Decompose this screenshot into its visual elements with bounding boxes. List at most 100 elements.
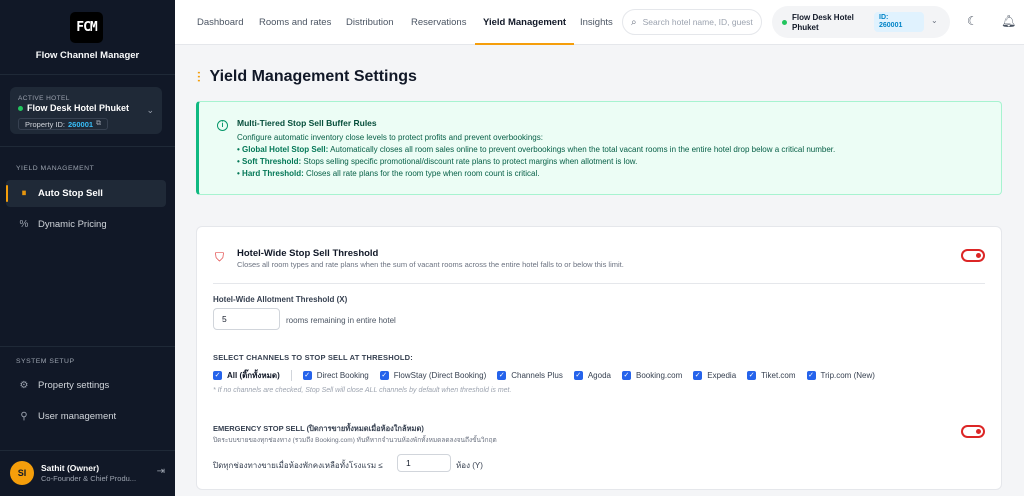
checkmark-icon: ✓	[693, 370, 703, 380]
chevron-down-icon: ⌄	[931, 16, 938, 25]
channel-agoda-checkbox[interactable]: ✓ Agoda	[573, 370, 611, 380]
channel-booking-com-checkbox[interactable]: ✓ Booking.com	[621, 370, 683, 380]
threshold-label: Hotel-Wide Allotment Threshold (X)	[213, 295, 348, 304]
tab-insights[interactable]: Insights	[580, 0, 613, 45]
user-name: Sathit (Owner)	[41, 463, 100, 473]
channel-expedia-checkbox[interactable]: ✓ Expedia	[693, 370, 737, 380]
shield-icon: ⛉	[215, 250, 225, 264]
app-logo[interactable]: FCM	[70, 12, 103, 43]
tab-reservations[interactable]: Reservations	[411, 0, 466, 45]
checkmark-icon: ✓	[497, 370, 507, 380]
channel-direct-booking-checkbox[interactable]: ✓ Direct Booking	[302, 370, 369, 380]
page-title: ⫶ Yield Management Settings	[197, 68, 417, 86]
channel-tiket-com-checkbox[interactable]: ✓ Tiket.com	[747, 370, 796, 380]
hotel-id-value: 260001	[879, 22, 903, 29]
gear-icon: ⚙	[19, 380, 29, 391]
emergency-threshold-suffix: ห้อง (Y)	[456, 461, 483, 470]
status-dot-icon	[782, 20, 787, 25]
channel-separator	[290, 369, 292, 381]
checkmark-icon: ✓	[806, 370, 816, 380]
info-callout: i Multi-Tiered Stop Sell Buffer Rules Co…	[196, 101, 1002, 195]
channel-label: Channels Plus	[511, 370, 563, 380]
property-id-badge: Property ID: 260001 ⧉	[18, 118, 109, 130]
channel-label: Booking.com	[635, 370, 683, 380]
emergency-subtitle: ปิดระบบขายของทุกช่องทาง (รวมถึง Booking.…	[213, 437, 497, 444]
channel-flowstay-checkbox[interactable]: ✓ FlowStay (Direct Booking)	[379, 370, 487, 380]
search-input[interactable]	[642, 17, 753, 27]
sidebar-item-property-settings[interactable]: ⚙ Property settings	[6, 372, 166, 399]
channel-all-checkbox[interactable]: ✓ All (ติ๊กทั้งหมด)	[213, 369, 280, 382]
chevron-down-icon: ⌄	[146, 105, 154, 115]
emergency-stop-sell-toggle[interactable]	[961, 425, 985, 438]
top-navigation: Dashboard Rooms and rates Distribution R…	[175, 0, 1024, 45]
channel-label: FlowStay (Direct Booking)	[393, 370, 487, 380]
threshold-input[interactable]	[213, 308, 280, 330]
threshold-suffix: rooms remaining in entire hotel	[286, 316, 396, 325]
checkmark-icon: ✓	[379, 370, 389, 380]
channels-label: SELECT CHANNELS TO STOP SELL AT THRESHOL…	[213, 353, 413, 362]
sidebar-item-auto-stop-sell[interactable]: ⏸ Auto Stop Sell	[6, 180, 166, 207]
channel-label: All (ติ๊กทั้งหมด)	[227, 370, 280, 380]
info-rule-hard: • Hard Threshold: Closes all rate plans …	[237, 169, 539, 178]
tab-distribution[interactable]: Distribution	[346, 0, 394, 45]
section-yield-management: YIELD MANAGEMENT	[16, 165, 95, 172]
bullet: •	[237, 169, 240, 178]
bullet: •	[237, 157, 240, 166]
logo-text: FCM	[76, 20, 98, 35]
channel-trip-com-checkbox[interactable]: ✓ Trip.com (New)	[806, 370, 875, 380]
channel-channels-plus-checkbox[interactable]: ✓ Channels Plus	[497, 370, 563, 380]
rule-text: Stops selling specific promotional/disco…	[301, 157, 638, 166]
stop-sell-icon: ⏸	[21, 188, 27, 199]
sidebar-item-user-management[interactable]: ⚲ User management	[6, 403, 166, 430]
emergency-title: EMERGENCY STOP SELL (ปิดการขายทั้งหมดเมื…	[213, 424, 424, 433]
bell-icon[interactable]: 🔔︎	[1001, 14, 1016, 28]
copy-icon[interactable]: ⧉	[96, 120, 101, 128]
sidebar-item-label: Dynamic Pricing	[38, 219, 107, 230]
active-hotel-name: Flow Desk Hotel Phuket	[18, 103, 129, 113]
tab-yield-management[interactable]: Yield Management	[474, 0, 575, 45]
checkmark-icon: ✓	[621, 370, 631, 380]
sidebar-item-dynamic-pricing[interactable]: % Dynamic Pricing	[6, 211, 166, 238]
panel-divider	[213, 283, 985, 284]
sidebar-item-label: User management	[38, 411, 117, 422]
rule-text: Automatically closes all room sales onli…	[328, 145, 836, 154]
emergency-threshold-label: ปิดทุกช่องทางขายเมื่อห้องพักคงเหลือทั้งโ…	[213, 461, 383, 470]
active-hotel-selector[interactable]: ACTIVE HOTEL Flow Desk Hotel Phuket Prop…	[10, 87, 162, 134]
logout-icon[interactable]: ⇥	[157, 466, 165, 477]
hotel-id-label: ID:	[879, 14, 889, 21]
tab-dashboard[interactable]: Dashboard	[197, 0, 243, 45]
user-profile[interactable]: SI Sathit (Owner) Co-Founder & Chief Pro…	[10, 460, 165, 486]
rule-name: Soft Threshold:	[242, 157, 302, 166]
stop-sell-toggle[interactable]	[961, 249, 985, 262]
page-title-text: Yield Management Settings	[209, 68, 417, 85]
tab-rooms-and-rates[interactable]: Rooms and rates	[259, 0, 331, 45]
active-hotel-label: ACTIVE HOTEL	[18, 95, 70, 102]
sidebar-divider	[0, 450, 175, 451]
channels-note: * If no channels are checked, Stop Sell …	[213, 387, 512, 394]
emergency-threshold-input[interactable]	[397, 454, 451, 472]
info-icon: i	[217, 120, 228, 131]
avatar: SI	[10, 461, 34, 485]
hotel-name-text: Flow Desk Hotel Phuket	[27, 103, 130, 113]
hotel-switcher[interactable]: Flow Desk Hotel Phuket ID: 260001 ⌄	[772, 6, 950, 38]
dark-mode-icon[interactable]: ☾	[967, 14, 978, 28]
rule-name: Hard Threshold:	[242, 169, 304, 178]
property-id-label: Property ID:	[25, 119, 66, 129]
sidebar-divider	[0, 346, 175, 347]
info-rule-global: • Global Hotel Stop Sell: Automatically …	[237, 145, 835, 154]
panel-subtitle: Closes all room types and rate plans whe…	[237, 260, 624, 269]
section-system-setup: SYSTEM SETUP	[16, 358, 75, 365]
search-box[interactable]: ⌕	[622, 9, 762, 35]
hotel-id-badge: ID: 260001	[874, 12, 924, 32]
bullet: •	[237, 145, 240, 154]
user-role: Co-Founder & Chief Produ...	[41, 474, 137, 483]
channel-label: Direct Booking	[316, 370, 369, 380]
channel-label: Expedia	[707, 370, 737, 380]
channel-checkbox-list: ✓ All (ติ๊กทั้งหมด) ✓ Direct Booking ✓ Flow…	[213, 369, 886, 381]
panel-title: Hotel-Wide Stop Sell Threshold	[237, 248, 379, 259]
info-rule-soft: • Soft Threshold: Stops selling specific…	[237, 157, 637, 166]
channel-label: Agoda	[587, 370, 611, 380]
rule-text: Closes all rate plans for the room type …	[303, 169, 540, 178]
app-name: Flow Channel Manager	[35, 50, 140, 61]
sliders-icon: ⫶	[197, 68, 201, 85]
